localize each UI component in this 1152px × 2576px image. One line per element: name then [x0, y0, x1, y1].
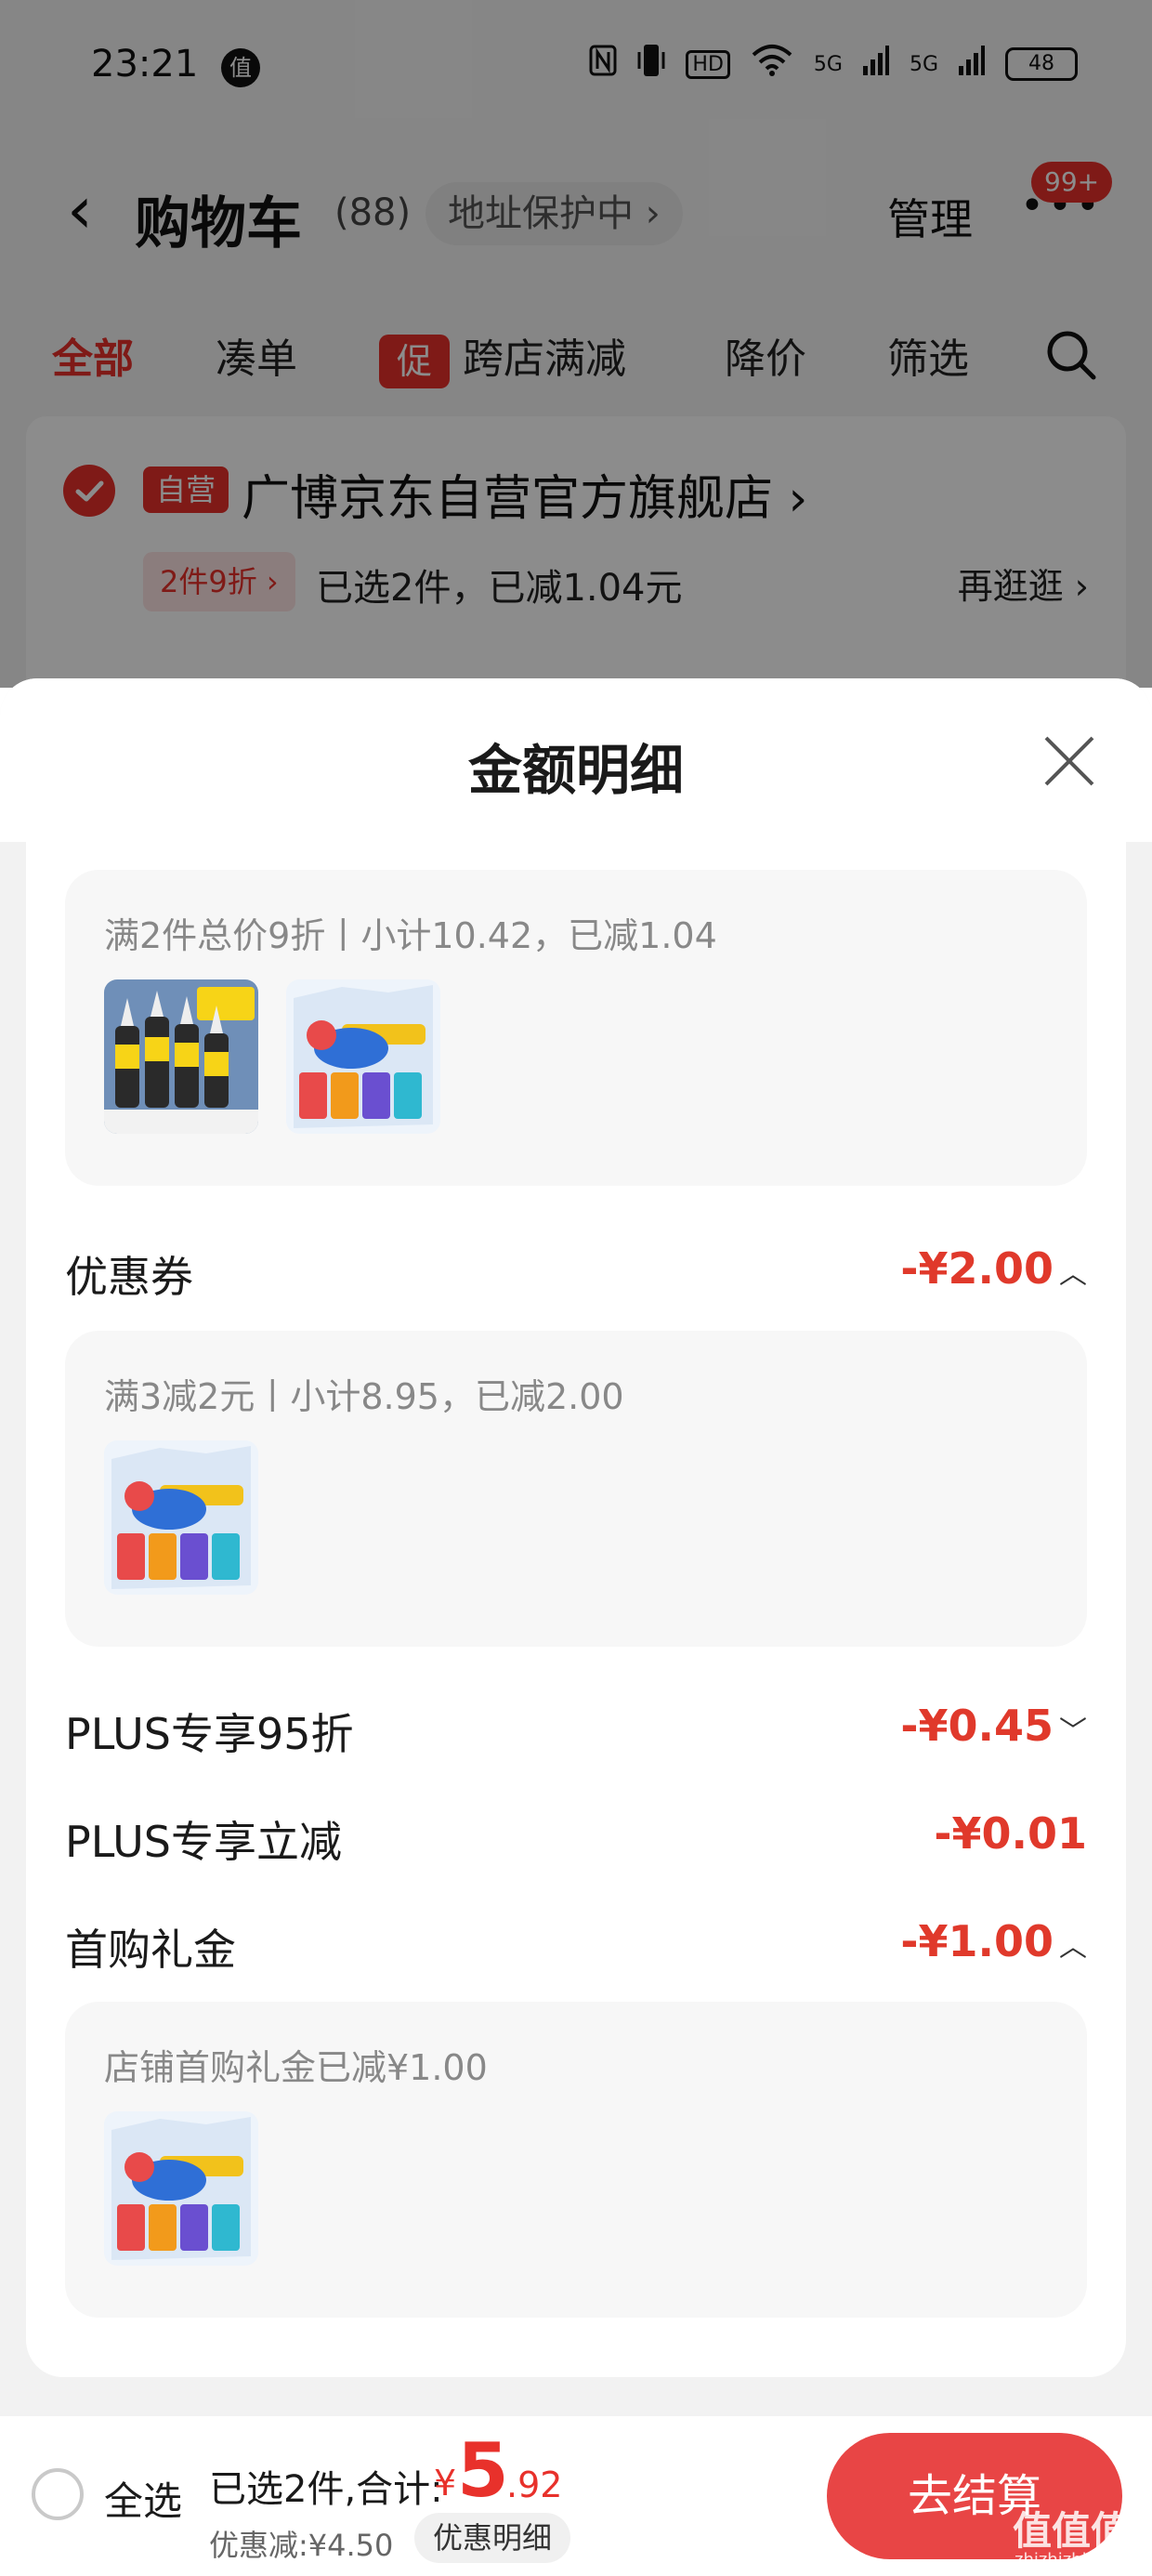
first-gift-detail-box: 店铺首购礼金已减¥1.00	[65, 2002, 1087, 2318]
sheet-header: 金额明细	[0, 678, 1152, 842]
coupon-label: 优惠券	[65, 1252, 193, 1302]
watermark-url: zhizhizhi.com	[1015, 2550, 1128, 2569]
discount-total: 优惠减:¥4.50	[209, 2528, 394, 2563]
chevron-up-icon: ︿	[1059, 1931, 1087, 1964]
chevron-up-icon: ︿	[1059, 1258, 1087, 1291]
plus95-value[interactable]: -¥0.45 ﹀	[900, 1701, 1087, 1751]
first-gift-amount: -¥1.00	[900, 1916, 1054, 1966]
product-thumb-glue[interactable]	[104, 979, 258, 1134]
select-all-label[interactable]: 全选	[104, 2470, 182, 2527]
watermark: 值值值	[1013, 2508, 1131, 2554]
sheet-title: 金额明细	[467, 739, 684, 802]
select-all-radio[interactable]	[32, 2468, 84, 2520]
group-discount-box: 满2件总价9折丨小计10.42，已减1.04	[65, 870, 1087, 1186]
product-thumb-stickers[interactable]	[286, 979, 440, 1134]
first-gift-label: 首购礼金	[65, 1925, 236, 1975]
coupon-detail-box: 满3减2元丨小计8.95，已减2.00	[65, 1331, 1087, 1647]
total-integer: 5	[457, 2427, 509, 2514]
coupon-caption: 满3减2元丨小计8.95，已减2.00	[104, 1376, 624, 1417]
product-thumb-stickers[interactable]	[104, 1440, 258, 1595]
total-decimal: .92	[506, 2464, 563, 2505]
total-currency: ¥	[434, 2463, 457, 2504]
first-gift-value[interactable]: -¥1.00 ︿	[900, 1916, 1087, 1966]
plus95-label: PLUS专享95折	[65, 1709, 354, 1759]
coupon-value[interactable]: -¥2.00 ︿	[900, 1243, 1087, 1294]
product-thumb-stickers[interactable]	[104, 2111, 258, 2266]
first-gift-caption: 店铺首购礼金已减¥1.00	[104, 2047, 488, 2088]
dim-overlay[interactable]	[0, 0, 1152, 688]
amount-detail-sheet: 金额明细 满2件总价9折丨小计10.42，已减1.04 优惠券 -¥2.00 ︿…	[0, 678, 1152, 2576]
total-label: 已选2件,合计:	[209, 2468, 443, 2511]
coupon-amount: -¥2.00	[900, 1243, 1054, 1294]
plus-instant-value: -¥0.01	[934, 1808, 1087, 1859]
discount-detail-button[interactable]: 优惠明细	[414, 2513, 571, 2563]
cart-page-background: 23:21 值 HD 5G 5G 48 ‹ 购物车 (88) 地址保护中 › 管…	[0, 0, 1152, 695]
plus-instant-label: PLUS专享立减	[65, 1817, 342, 1867]
plus95-amount: -¥0.45	[900, 1701, 1054, 1751]
group-discount-caption: 满2件总价9折丨小计10.42，已减1.04	[104, 915, 717, 956]
close-icon[interactable]	[1042, 734, 1096, 788]
sheet-body: 满2件总价9折丨小计10.42，已减1.04 优惠券 -¥2.00 ︿ 满3减2…	[26, 842, 1126, 2377]
checkout-bar: 全选 已选2件,合计: ¥ 5 .92 优惠减:¥4.50 优惠明细 去结算	[0, 2416, 1152, 2576]
chevron-down-icon: ﹀	[1059, 1715, 1087, 1748]
